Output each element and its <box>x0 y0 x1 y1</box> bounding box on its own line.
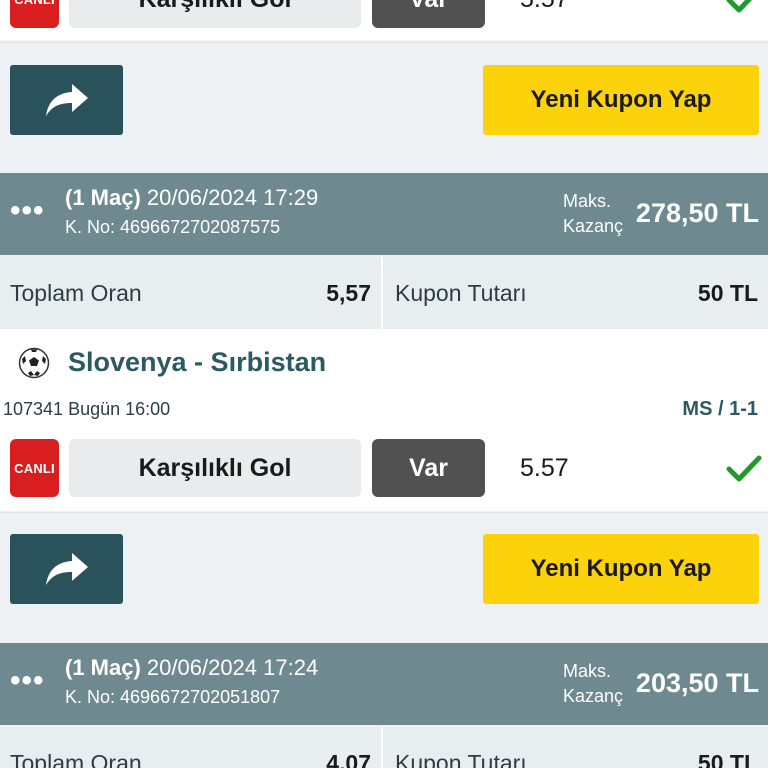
bet-row: CANLI Karşılıklı Gol Var 5.57 <box>0 0 768 40</box>
coupon-number: K. No: 4696672702051807 <box>65 687 281 707</box>
soccer-ball-icon <box>18 347 50 379</box>
max-win-label-line1: Maks. <box>563 661 612 681</box>
coupon-actions: Yeni Kupon Yap <box>0 42 768 154</box>
market-name: Karşılıklı Gol <box>69 0 361 28</box>
total-odds-label: Toplam Oran <box>10 749 142 768</box>
total-odds-label: Toplam Oran <box>10 279 142 306</box>
stake-label: Kupon Tutarı <box>395 279 527 306</box>
coupon-actions: Yeni Kupon Yap <box>0 512 768 624</box>
odd-value: 5.57 <box>520 0 569 14</box>
coupon-totals: Toplam Oran 5,57 Kupon Tutarı 50 TL <box>0 257 768 329</box>
bet-row: CANLI Karşılıklı Gol Var 5.57 <box>0 429 768 511</box>
max-win-label-line2: Kazanç <box>563 216 624 236</box>
live-badge: CANLI <box>10 439 59 497</box>
max-win-label: Maks. Kazanç <box>563 189 623 239</box>
total-odds-cell: Toplam Oran 4,07 <box>0 727 383 768</box>
match-count: (1 Maç) <box>65 655 141 680</box>
stake-value: 50 TL <box>697 279 758 306</box>
new-coupon-button[interactable]: Yeni Kupon Yap <box>483 65 759 135</box>
coupon-number: K. No: 4696672702087575 <box>65 217 281 237</box>
match-info: Slovenya - Sırbistan 107341 Bugün 16:00 … <box>0 329 768 431</box>
match-result: MS / 1-1 <box>682 398 758 420</box>
share-button[interactable] <box>10 534 123 604</box>
coupon-header[interactable]: ••• (1 Maç) 20/06/2024 17:29 K. No: 4696… <box>0 173 768 255</box>
pick-badge: Var <box>372 0 485 28</box>
coupon-datetime: 20/06/2024 17:29 <box>146 185 319 210</box>
new-coupon-button[interactable]: Yeni Kupon Yap <box>483 534 759 604</box>
odd-value: 5.57 <box>520 454 569 482</box>
live-badge: CANLI <box>10 0 59 28</box>
coupon-header[interactable]: ••• (1 Maç) 20/06/2024 17:24 K. No: 4696… <box>0 643 768 725</box>
share-button[interactable] <box>10 65 123 135</box>
coupon-totals: Toplam Oran 4,07 Kupon Tutarı 50 TL <box>0 727 768 768</box>
stake-label: Kupon Tutarı <box>395 749 527 768</box>
match-count: (1 Maç) <box>65 185 141 210</box>
more-options-icon[interactable]: ••• <box>10 196 45 226</box>
match-meta: 107341 Bugün 16:00 <box>3 399 171 419</box>
market-name: Karşılıklı Gol <box>69 439 361 497</box>
share-arrow-icon <box>45 553 88 585</box>
match-teams[interactable]: Slovenya - Sırbistan <box>68 347 326 378</box>
max-win-value: 203,50 TL <box>635 668 759 698</box>
pick-badge: Var <box>372 439 485 497</box>
total-odds-value: 5,57 <box>326 279 371 306</box>
stake-cell: Kupon Tutarı 50 TL <box>385 727 768 768</box>
total-odds-cell: Toplam Oran 5,57 <box>0 257 383 329</box>
max-win-label-line1: Maks. <box>563 191 612 211</box>
max-win-label-line2: Kazanç <box>563 686 624 706</box>
stake-cell: Kupon Tutarı 50 TL <box>385 257 768 329</box>
stake-value: 50 TL <box>697 749 758 768</box>
coupon-datetime: 20/06/2024 17:24 <box>146 655 319 680</box>
max-win-label: Maks. Kazanç <box>563 659 623 709</box>
max-win-value: 278,50 TL <box>635 198 759 228</box>
share-arrow-icon <box>45 84 88 116</box>
total-odds-value: 4,07 <box>326 749 371 768</box>
check-icon <box>726 0 752 13</box>
check-icon <box>726 455 762 482</box>
more-options-icon[interactable]: ••• <box>10 666 45 696</box>
